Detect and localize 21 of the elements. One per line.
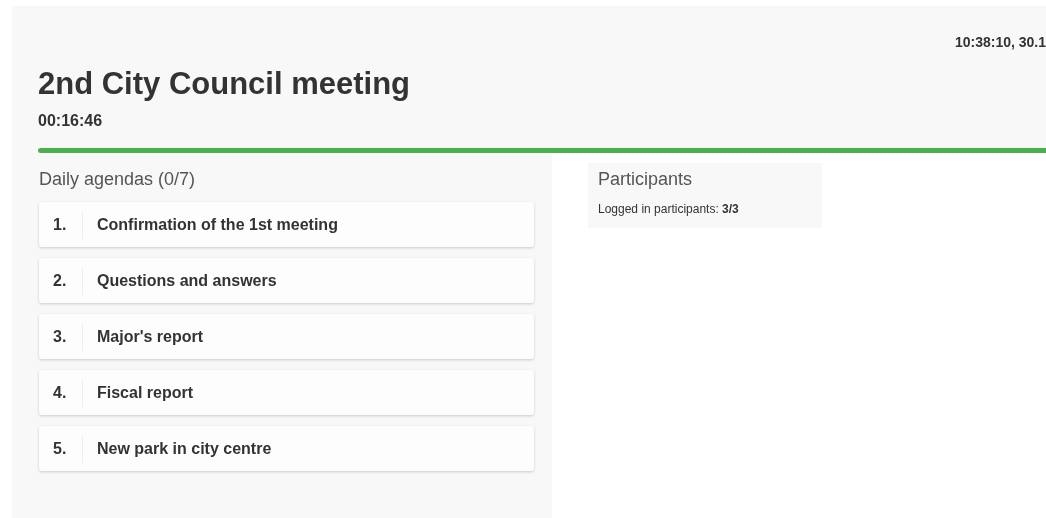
meeting-title: 2nd City Council meeting xyxy=(38,66,412,102)
agenda-title: Confirmation of the 1st meeting xyxy=(96,215,338,234)
logged-in-count: Logged in participants: 3/3 xyxy=(598,202,740,216)
agenda-number: 3. xyxy=(39,322,83,351)
agenda-title: Questions and answers xyxy=(96,271,277,290)
agenda-number: 4. xyxy=(39,378,83,407)
agenda-item[interactable]: 5. New park in city centre xyxy=(39,426,534,471)
agenda-title: Fiscal report xyxy=(96,383,194,402)
agenda-title: New park in city centre xyxy=(96,439,272,458)
agenda-number: 5. xyxy=(39,434,83,463)
agenda-title: Major's report xyxy=(96,327,204,346)
agendas-heading: Daily agendas (0/7) xyxy=(39,169,197,190)
agenda-number: 2. xyxy=(39,266,83,295)
agenda-item[interactable]: 4. Fiscal report xyxy=(39,370,534,415)
elapsed-time: 00:16:46 xyxy=(38,112,104,130)
participants-heading: Participants xyxy=(598,169,694,190)
agenda-number: 1. xyxy=(39,210,83,239)
agenda-item[interactable]: 1. Confirmation of the 1st meeting xyxy=(39,202,534,247)
agenda-item[interactable]: 3. Major's report xyxy=(39,314,534,359)
agenda-item[interactable]: 2. Questions and answers xyxy=(39,258,534,303)
clock-time: 10:38:10, 30.1 xyxy=(954,34,1046,50)
